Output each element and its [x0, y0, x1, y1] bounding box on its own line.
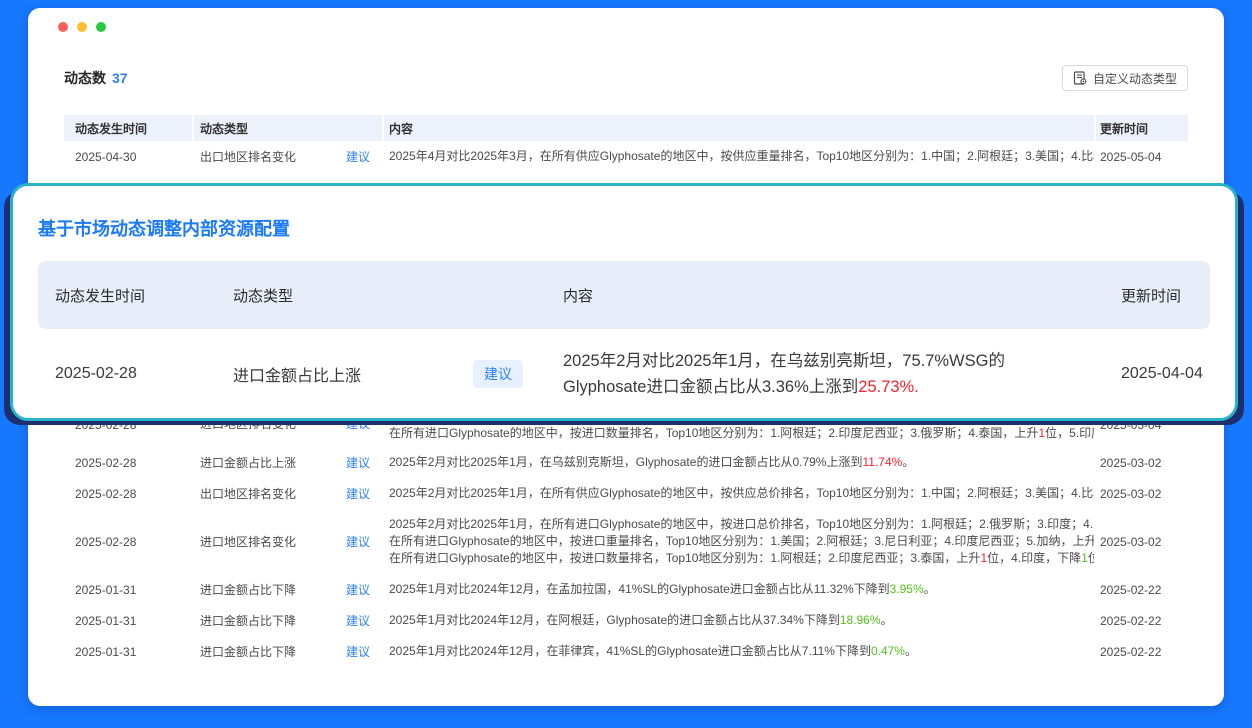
- highlight-table-header: 动态发生时间 动态类型 内容 更新时间: [38, 261, 1210, 329]
- row-content-line: 2025年2月对比2025年1月，在所有供应Glyphosate的地区中，按供应…: [389, 485, 1094, 502]
- highlight-row[interactable]: 2025-02-28 进口金额占比上涨 建议 2025年2月对比2025年1月，…: [38, 336, 1210, 411]
- row-type: 出口地区排名变化: [194, 148, 344, 165]
- table-row[interactable]: 2025-02-28出口地区排名变化建议 2025年2月对比2025年1月，在所有…: [64, 478, 1188, 509]
- highlight-row-updated: 2025-04-04: [1085, 365, 1210, 383]
- document-gear-icon: [1073, 71, 1087, 85]
- row-content: 2025年2月对比2025年1月，在乌兹别克斯坦，Glyphosate的进口金额…: [384, 454, 1094, 471]
- close-button[interactable]: [58, 22, 68, 32]
- row-type: 进口地区排名变化: [194, 533, 344, 550]
- row-date: 2025-01-31: [64, 614, 192, 628]
- table-row[interactable]: 2025-02-28进口地区排名变化建议 2025年2月对比2025年1月，在所有…: [64, 509, 1188, 574]
- row-type: 进口金额占比下降: [194, 581, 344, 598]
- row-updated: 2025-03-02: [1096, 535, 1188, 549]
- row-content: 2025年2月对比2025年1月，在所有进口Glyphosate的地区中，按进口…: [384, 516, 1094, 567]
- highlight-card-title: 基于市场动态调整内部资源配置: [38, 215, 290, 241]
- row-content: 2025年1月对比2024年12月，在阿根廷，Glyphosate的进口金额占比…: [384, 612, 1094, 629]
- zoom-button[interactable]: [96, 22, 106, 32]
- stats-label: 动态数: [64, 68, 106, 88]
- row-content-line: 2025年2月对比2025年1月，在所有进口Glyphosate的地区中，按进口…: [389, 516, 1094, 533]
- col-header-type: 动态类型: [194, 115, 382, 141]
- row-date: 2025-01-31: [64, 583, 192, 597]
- highlight-row-type: 进口金额占比上涨: [233, 362, 361, 386]
- row-content-line: 在所有进口Glyphosate的地区中，按进口重量排名，Top10地区分别为：1…: [389, 533, 1094, 550]
- table-row[interactable]: 2025-04-30出口地区排名变化建议 2025年4月对比2025年3月，在所有…: [64, 141, 1188, 172]
- table-row[interactable]: 2025-01-31进口金额占比下降建议 2025年1月对比2024年12月，在菲…: [64, 636, 1188, 667]
- highlight-card: 基于市场动态调整内部资源配置 动态发生时间 动态类型 内容 更新时间 2025-…: [10, 183, 1238, 421]
- table-row[interactable]: 2025-01-31进口金额占比下降建议 2025年1月对比2024年12月，在阿…: [64, 605, 1188, 636]
- overlay-col-header-date: 动态发生时间: [55, 285, 233, 306]
- row-content-line: 2025年1月对比2024年12月，在孟加拉国，41%SL的Glyphosate…: [389, 581, 1094, 598]
- row-content: 2025年4月对比2025年3月，在所有供应Glyphosate的地区中，按供应…: [384, 148, 1094, 165]
- row-content: 2025年1月对比2024年12月，在孟加拉国，41%SL的Glyphosate…: [384, 581, 1094, 598]
- highlight-row-content: 2025年2月对比2025年1月，在乌兹别亮斯坦，75.7%WSG的Glypho…: [563, 348, 1068, 400]
- row-content: 2025年1月对比2024年12月，在菲律宾，41%SL的Glyphosate进…: [384, 643, 1094, 660]
- suggestion-badge: 建议: [346, 643, 382, 660]
- overlay-col-header-content: 内容: [563, 285, 1085, 306]
- col-header-date: 动态发生时间: [64, 115, 192, 141]
- row-date: 2025-02-28: [64, 456, 192, 470]
- row-content: 2025年2月对比2025年1月，在所有供应Glyphosate的地区中，按供应…: [384, 485, 1094, 502]
- row-updated: 2025-02-22: [1096, 645, 1188, 659]
- customize-type-button[interactable]: 自定义动态类型: [1062, 65, 1188, 91]
- suggestion-badge: 建议: [346, 533, 382, 550]
- row-date: 2025-02-28: [64, 535, 192, 549]
- table-row[interactable]: 2025-01-31进口金额占比下降建议 2025年1月对比2024年12月，在孟…: [64, 574, 1188, 605]
- row-content-line: 2025年1月对比2024年12月，在菲律宾，41%SL的Glyphosate进…: [389, 643, 1094, 660]
- row-content-line: 2025年1月对比2024年12月，在阿根廷，Glyphosate的进口金额占比…: [389, 612, 1094, 629]
- row-content-line: 2025年2月对比2025年1月，在乌兹别克斯坦，Glyphosate的进口金额…: [389, 454, 1094, 471]
- row-content-line: 2025年4月对比2025年3月，在所有供应Glyphosate的地区中，按供应…: [389, 148, 1094, 165]
- table-row[interactable]: 2025-02-28进口金额占比上涨建议 2025年2月对比2025年1月，在乌兹…: [64, 447, 1188, 478]
- row-type: 进口金额占比下降: [194, 643, 344, 660]
- row-updated: 2025-02-22: [1096, 583, 1188, 597]
- customize-type-label: 自定义动态类型: [1093, 70, 1177, 87]
- row-content-line: 在所有进口Glyphosate的地区中，按进口数量排名，Top10地区分别为：1…: [389, 550, 1094, 567]
- row-date: 2025-02-28: [64, 487, 192, 501]
- row-type: 进口金额占比上涨: [194, 454, 344, 471]
- window-controls: [58, 22, 106, 32]
- row-type: 出口地区排名变化: [194, 485, 344, 502]
- row-date: 2025-01-31: [64, 645, 192, 659]
- overlay-col-header-updated: 更新时间: [1085, 285, 1210, 306]
- overlay-col-header-type: 动态类型: [233, 285, 563, 306]
- row-updated: 2025-02-22: [1096, 614, 1188, 628]
- row-date: 2025-04-30: [64, 150, 192, 164]
- table-header: 动态发生时间 动态类型 内容 更新时间: [64, 115, 1188, 141]
- minimize-button[interactable]: [77, 22, 87, 32]
- col-header-updated: 更新时间: [1096, 115, 1188, 141]
- suggestion-badge: 建议: [473, 360, 523, 388]
- col-header-content: 内容: [384, 115, 1094, 141]
- suggestion-badge: 建议: [346, 454, 382, 471]
- highlight-row-date: 2025-02-28: [55, 365, 233, 383]
- row-content: 在所有进口Glyphosate的地区中，按进口数量排名，Top10地区分别为：1…: [384, 425, 1094, 442]
- row-type: 进口金额占比下降: [194, 612, 344, 629]
- suggestion-badge: 建议: [346, 612, 382, 629]
- row-updated: 2025-03-02: [1096, 487, 1188, 501]
- stats-bar: 动态数 37 自定义动态类型: [64, 64, 1188, 92]
- suggestion-badge: 建议: [346, 581, 382, 598]
- suggestion-badge: 建议: [346, 148, 382, 165]
- stats-value: 37: [112, 70, 128, 86]
- row-updated: 2025-05-04: [1096, 150, 1188, 164]
- row-content-line: 在所有进口Glyphosate的地区中，按进口数量排名，Top10地区分别为：1…: [389, 425, 1094, 442]
- row-updated: 2025-03-02: [1096, 456, 1188, 470]
- suggestion-badge: 建议: [346, 485, 382, 502]
